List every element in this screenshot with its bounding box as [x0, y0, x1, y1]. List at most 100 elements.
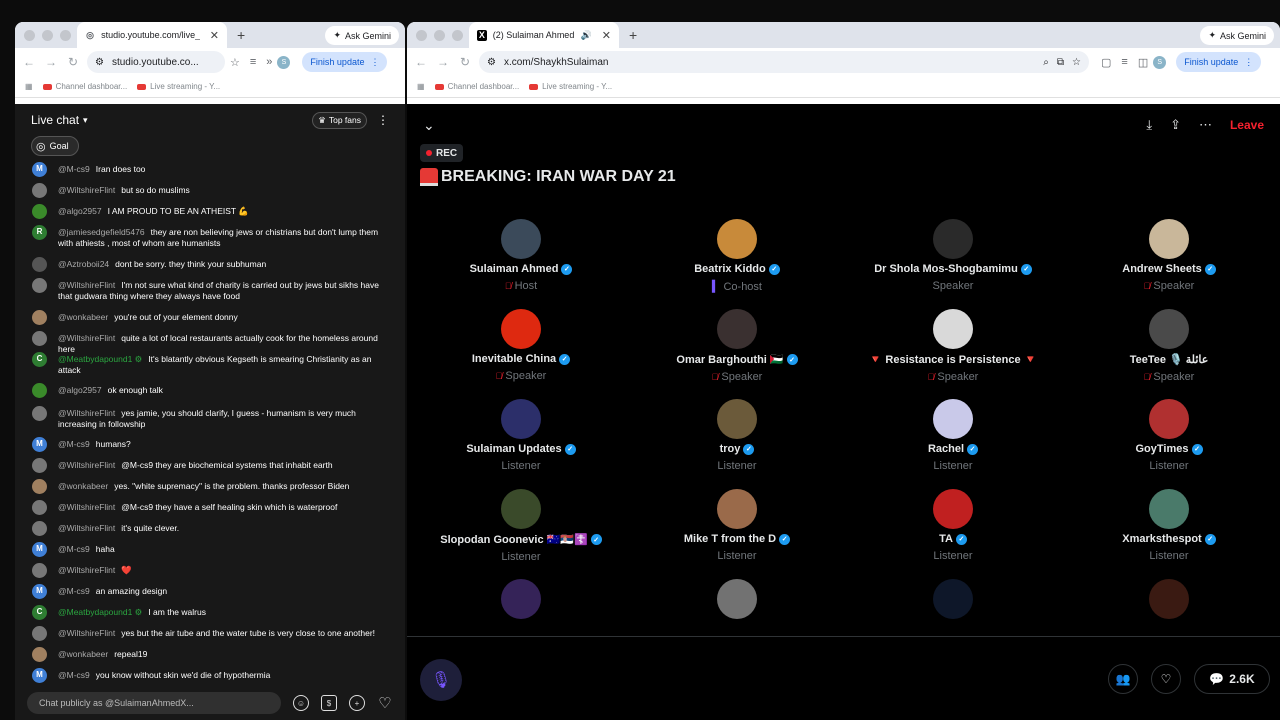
new-tab-button[interactable]: +: [227, 27, 255, 43]
back-button[interactable]: ←: [413, 55, 429, 69]
participant-avatar[interactable]: [933, 219, 973, 259]
bookmark-channel-dashboard[interactable]: Channel dashboar...: [434, 82, 519, 91]
author-name[interactable]: @WiltshireFlint: [58, 502, 115, 512]
chat-input[interactable]: Chat publicly as @SulaimanAhmedX...: [27, 692, 281, 714]
author-name[interactable]: @M-cs9: [58, 670, 90, 680]
author-name[interactable]: @Meatbydapound1 ⚙: [58, 607, 142, 617]
participant[interactable]: Xmarksthespot ✓ Listener: [1061, 489, 1277, 562]
chat-message[interactable]: @WiltshireFlint I'm not sure what kind of…: [15, 278, 405, 301]
participant[interactable]: Dr Shola Mos-Shogbamimu ✓ Speaker: [845, 219, 1061, 292]
author-name[interactable]: @M-cs9: [58, 586, 90, 596]
reload-button[interactable]: ↻: [65, 55, 81, 69]
author-name[interactable]: @WiltshireFlint: [58, 185, 115, 195]
install-app-icon[interactable]: ⧉: [1057, 57, 1064, 68]
bookmark-channel-dashboard[interactable]: Channel dashboar...: [42, 82, 127, 91]
ask-gemini-button[interactable]: ✦ Ask Gemini: [325, 26, 399, 45]
author-name[interactable]: @M-cs9: [58, 439, 90, 449]
author-name[interactable]: @WiltshireFlint: [58, 280, 115, 290]
reaction-heart-icon[interactable]: ♡: [1151, 664, 1181, 694]
address-bar[interactable]: ⚙ x.com/ShaykhSulaiman ⌕ ⧉ ☆: [479, 51, 1089, 73]
bookmark-live-streaming[interactable]: Live streaming - Y...: [137, 82, 220, 91]
chat-message[interactable]: C @Meatbydapound1 ⚙ I am the walrus: [15, 605, 405, 620]
author-avatar[interactable]: [32, 563, 47, 578]
participant-avatar[interactable]: [1149, 579, 1189, 619]
author-name[interactable]: @Meatbydapound1 ⚙: [58, 354, 142, 364]
close-tab-icon[interactable]: ✕: [602, 29, 611, 42]
author-avatar[interactable]: M: [32, 584, 47, 599]
chat-message[interactable]: @wonkabeer repeal19: [15, 647, 405, 662]
chat-message[interactable]: R @jamiesedgefield5476 they are non believ…: [15, 225, 405, 248]
participant-avatar[interactable]: [933, 579, 973, 619]
participant-avatar[interactable]: [933, 489, 973, 529]
participant-avatar[interactable]: [717, 219, 757, 259]
extensions-icon[interactable]: ◫: [1138, 56, 1148, 69]
chat-message[interactable]: @WiltshireFlint but so do muslims: [15, 183, 405, 198]
profile-avatar[interactable]: S: [277, 55, 291, 69]
microphone-button[interactable]: 🎙: [420, 659, 462, 701]
site-settings-icon[interactable]: ⚙: [95, 57, 104, 68]
author-name[interactable]: @wonkabeer: [58, 481, 108, 491]
maximize-window-button[interactable]: [452, 29, 463, 41]
participant-avatar[interactable]: [1149, 489, 1189, 529]
chat-message[interactable]: @WiltshireFlint @M-cs9 they are biochemic…: [15, 458, 405, 473]
author-avatar[interactable]: M: [32, 542, 47, 557]
author-avatar[interactable]: [32, 278, 47, 293]
author-avatar[interactable]: R: [32, 225, 47, 240]
author-avatar[interactable]: C: [32, 605, 47, 620]
author-name[interactable]: @M-cs9: [58, 544, 90, 554]
author-avatar[interactable]: [32, 521, 47, 536]
new-tab-button[interactable]: +: [619, 27, 647, 43]
chat-message[interactable]: @Aztroboii24 dont be sorry. they think yo…: [15, 257, 405, 272]
participant-avatar[interactable]: [933, 399, 973, 439]
author-name[interactable]: @algo2957: [58, 206, 102, 216]
site-settings-icon[interactable]: ⚙: [487, 57, 496, 68]
chat-message[interactable]: @wonkabeer yes. "white supremacy" is the …: [15, 479, 405, 494]
chat-message[interactable]: M @M-cs9 an amazing design: [15, 584, 405, 599]
participant-avatar[interactable]: [501, 489, 541, 529]
bookmark-star-icon[interactable]: ☆: [230, 56, 240, 69]
participant[interactable]: Andrew Sheets ✓ 🎙̸ Speaker: [1061, 219, 1277, 292]
participant-avatar[interactable]: [501, 579, 541, 619]
tab-x-profile[interactable]: X (2) Sulaiman Ahmed (@S 🔊 ✕: [469, 22, 619, 48]
speaker-icon[interactable]: 🔊: [581, 30, 592, 41]
author-name[interactable]: @WiltshireFlint: [58, 565, 115, 575]
comments-button[interactable]: 💬 2.6K: [1194, 664, 1270, 694]
participant-avatar[interactable]: [933, 309, 973, 349]
participant-avatar[interactable]: [501, 399, 541, 439]
participant[interactable]: Omar Barghouthi 🇵🇸 ✓ 🎙̸ Speaker: [629, 309, 845, 383]
participant-avatar[interactable]: [717, 489, 757, 529]
participant[interactable]: [845, 579, 1061, 619]
participant[interactable]: [1061, 579, 1277, 619]
author-avatar[interactable]: [32, 626, 47, 641]
participant[interactable]: 🔻 Resistance is Persistence 🔻 🎙̸ Speaker: [845, 309, 1061, 383]
participant-avatar[interactable]: [501, 309, 541, 349]
minimize-window-button[interactable]: [434, 29, 445, 41]
chat-message[interactable]: @algo2957 ok enough talk: [15, 383, 405, 398]
chat-message[interactable]: M @M-cs9 humans?: [15, 437, 405, 452]
author-name[interactable]: @jamiesedgefield5476: [58, 227, 145, 237]
sidebar-icon[interactable]: ▢: [1101, 56, 1111, 69]
participant[interactable]: TA ✓ Listener: [845, 489, 1061, 562]
collapse-chevron-icon[interactable]: ⌄: [423, 117, 435, 134]
author-name[interactable]: @WiltshireFlint: [58, 628, 115, 638]
author-name[interactable]: @algo2957: [58, 385, 102, 395]
chat-message[interactable]: M @M-cs9 Iran does too: [15, 162, 405, 177]
author-avatar[interactable]: [32, 647, 47, 662]
close-tab-icon[interactable]: ✕: [210, 29, 219, 42]
reading-list-icon[interactable]: ≡: [250, 56, 256, 68]
participant-avatar[interactable]: [717, 579, 757, 619]
participant[interactable]: Inevitable China ✓ 🎙̸ Speaker: [413, 309, 629, 382]
dock-icon[interactable]: ⤓: [1146, 117, 1152, 133]
chat-message[interactable]: @WiltshireFlint quite a lot of local rest…: [15, 331, 405, 354]
address-bar[interactable]: ⚙ studio.youtube.co...: [87, 51, 225, 73]
participant-avatar[interactable]: [501, 219, 541, 259]
chat-message[interactable]: @WiltshireFlint yes but the air tube and …: [15, 626, 405, 641]
author-avatar[interactable]: M: [32, 162, 47, 177]
author-avatar[interactable]: M: [32, 437, 47, 452]
participant-avatar[interactable]: [717, 309, 757, 349]
author-avatar[interactable]: [32, 257, 47, 272]
ask-gemini-button[interactable]: ✦ Ask Gemini: [1200, 26, 1274, 45]
author-avatar[interactable]: [32, 406, 47, 421]
live-chat-mode-dropdown[interactable]: Live chat ▾: [31, 113, 88, 127]
people-icon[interactable]: 👥: [1108, 664, 1138, 694]
